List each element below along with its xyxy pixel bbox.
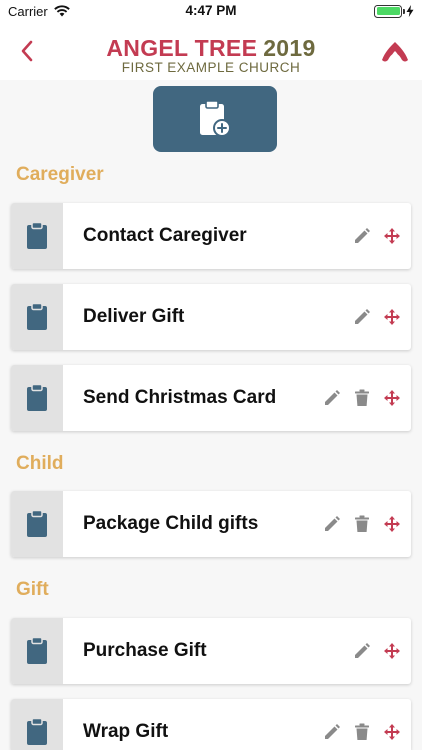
- trash-icon: [355, 515, 369, 532]
- task-row[interactable]: Contact Caregiver: [11, 203, 411, 269]
- task-title: Deliver Gift: [83, 306, 185, 327]
- task-row[interactable]: Purchase Gift: [11, 618, 411, 684]
- task-icon-box: [11, 203, 63, 269]
- title-year: 2019: [263, 35, 316, 61]
- task-title: Send Christmas Card: [83, 387, 277, 408]
- move-handle[interactable]: [383, 389, 401, 407]
- title-line: ANGEL TREE 2019: [0, 36, 422, 60]
- task-actions: [323, 515, 411, 533]
- task-actions: [323, 389, 411, 407]
- pencil-icon: [325, 390, 340, 405]
- pencil-icon: [325, 723, 340, 739]
- task-icon-box: [11, 618, 63, 684]
- wifi-icon: [53, 5, 70, 17]
- edit-button[interactable]: [353, 308, 371, 326]
- move-arrows-icon: [384, 643, 400, 659]
- clipboard-icon: [27, 303, 47, 330]
- move-handle[interactable]: [383, 515, 401, 533]
- status-bar: Carrier 4:47 PM: [0, 0, 422, 22]
- charging-bolt-icon: [406, 5, 414, 17]
- pencil-icon: [355, 309, 370, 324]
- trash-icon: [355, 723, 369, 740]
- task-row[interactable]: Package Child gifts: [11, 491, 411, 557]
- pencil-icon: [355, 643, 370, 658]
- move-handle[interactable]: [383, 227, 401, 245]
- delete-button[interactable]: [353, 515, 371, 533]
- task-title: Wrap Gift: [83, 720, 169, 742]
- brand-title: ANGEL TREE: [106, 35, 258, 61]
- move-arrows-icon: [384, 228, 400, 244]
- task-row[interactable]: Deliver Gift: [11, 284, 411, 350]
- edit-button[interactable]: [353, 642, 371, 660]
- angel-tree-logo-button[interactable]: [380, 38, 410, 68]
- task-title: Package Child gifts: [83, 513, 259, 534]
- move-arrows-icon: [384, 309, 400, 325]
- clipboard-icon: [27, 384, 47, 411]
- pencil-icon: [325, 516, 340, 531]
- task-actions: [353, 642, 411, 660]
- add-task-area: [0, 80, 422, 154]
- nav-bar: ANGEL TREE 2019 FIRST EXAMPLE CHURCH: [0, 22, 422, 80]
- move-handle[interactable]: [383, 642, 401, 660]
- pencil-icon: [355, 228, 370, 243]
- task-title: Purchase Gift: [83, 640, 207, 661]
- church-name: FIRST EXAMPLE CHURCH: [121, 60, 301, 75]
- task-title: Contact Caregiver: [83, 225, 247, 246]
- clipboard-icon: [27, 717, 47, 745]
- task-row[interactable]: Wrap Gift: [11, 699, 411, 750]
- task-icon-box: [11, 284, 63, 350]
- status-left: Carrier: [8, 4, 70, 19]
- battery-level: [376, 7, 400, 15]
- carrier-label: Carrier: [8, 3, 48, 19]
- section-header-gift: Gift: [16, 579, 49, 600]
- add-task-button[interactable]: [153, 86, 277, 152]
- move-arrows-icon: [384, 723, 400, 740]
- clipboard-icon: [27, 510, 47, 537]
- delete-button[interactable]: [353, 723, 371, 741]
- move-handle[interactable]: [383, 308, 401, 326]
- edit-button[interactable]: [323, 389, 341, 407]
- task-actions: [353, 227, 411, 245]
- clipboard-icon: [27, 222, 47, 249]
- edit-button[interactable]: [353, 227, 371, 245]
- task-row[interactable]: Send Christmas Card: [11, 365, 411, 431]
- app-title: ANGEL TREE 2019 FIRST EXAMPLE CHURCH: [0, 36, 422, 75]
- task-actions: [353, 308, 411, 326]
- move-handle[interactable]: [383, 723, 401, 741]
- trash-icon: [355, 389, 369, 406]
- clipboard-icon: [27, 637, 47, 664]
- task-icon-box: [11, 699, 63, 750]
- section-header-child: Child: [16, 453, 64, 474]
- task-actions: [323, 709, 411, 741]
- edit-button[interactable]: [323, 723, 341, 741]
- battery-icon: [374, 4, 405, 18]
- edit-button[interactable]: [323, 515, 341, 533]
- clock: 4:47 PM: [185, 3, 237, 18]
- section-header-caregiver: Caregiver: [16, 164, 104, 185]
- status-right: [374, 4, 414, 18]
- move-arrows-icon: [384, 390, 400, 406]
- task-icon-box: [11, 365, 63, 431]
- task-icon-box: [11, 491, 63, 557]
- clipboard-add-icon: [200, 100, 231, 137]
- delete-button[interactable]: [353, 389, 371, 407]
- move-arrows-icon: [384, 516, 400, 532]
- angel-tree-logo-icon: [382, 42, 408, 62]
